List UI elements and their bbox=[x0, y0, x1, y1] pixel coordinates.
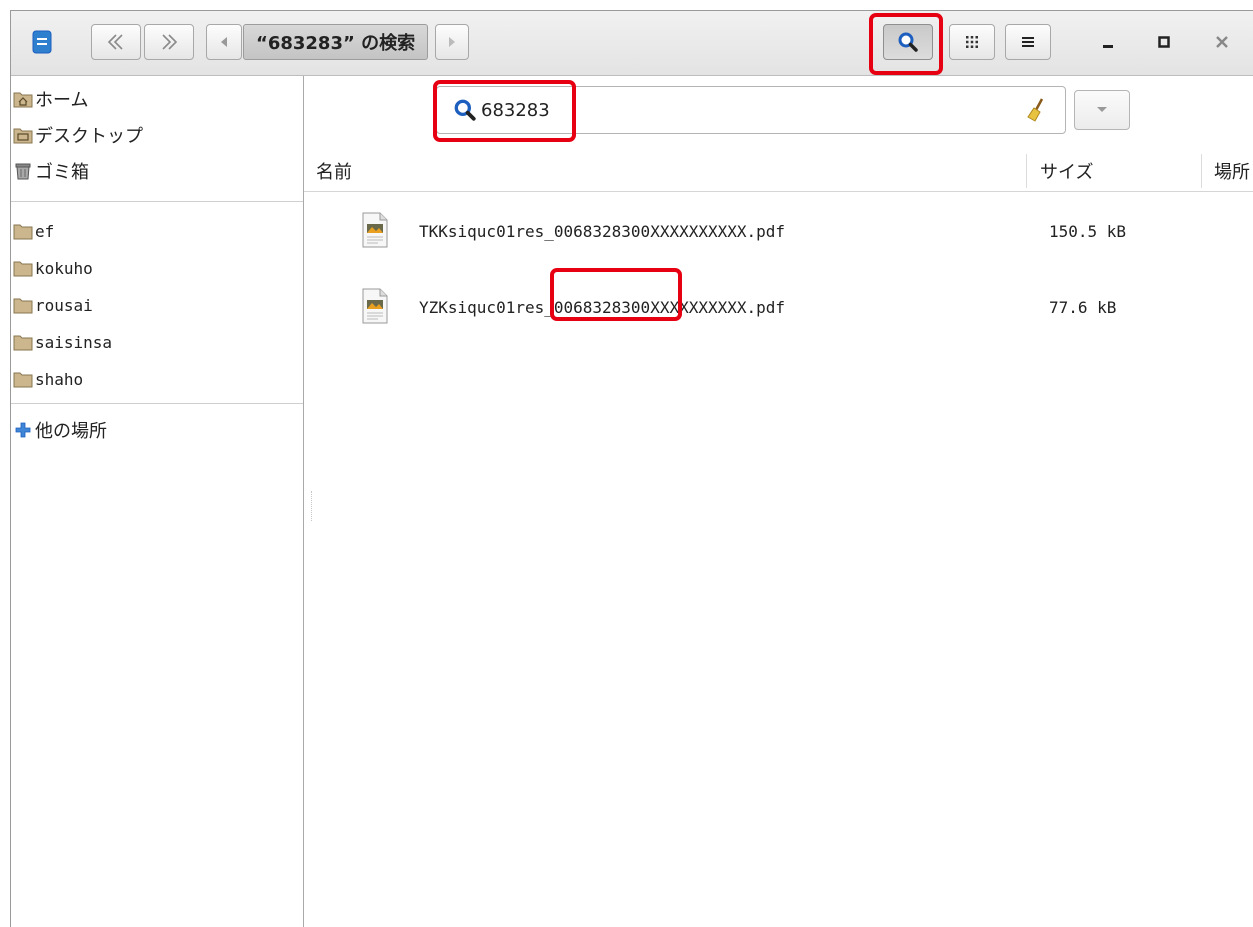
grid-view-button[interactable] bbox=[949, 24, 995, 60]
file-row[interactable]: YZKsiquc01res_0068328300XXXXXXXXXX.pdf 7… bbox=[304, 272, 1253, 342]
file-name: YZKsiquc01res_0068328300XXXXXXXXXX.pdf bbox=[419, 297, 786, 317]
sidebar-item-label: ホーム bbox=[35, 90, 89, 111]
app-menu-button[interactable] bbox=[25, 26, 59, 58]
chevron-down-icon bbox=[1097, 107, 1107, 112]
sidebar-separator bbox=[11, 403, 303, 404]
search-input[interactable] bbox=[481, 99, 1021, 121]
sidebar-item-home[interactable]: ホーム bbox=[13, 86, 88, 112]
file-name: TKKsiquc01res_0068328300XXXXXXXXXX.pdf bbox=[419, 221, 786, 241]
main-content: 名前 サイズ 場所 TKKsiquc01res_0068328300XXXXXX… bbox=[304, 76, 1253, 927]
folder-icon bbox=[13, 372, 33, 388]
forward-button[interactable] bbox=[144, 24, 194, 60]
sidebar-item-label: kokuho bbox=[35, 258, 93, 278]
back-button[interactable] bbox=[91, 24, 141, 60]
sidebar-item-label: saisinsa bbox=[35, 332, 113, 352]
file-size: 77.6 kB bbox=[1049, 297, 1117, 317]
forward-arrow-icon bbox=[162, 34, 178, 50]
close-icon bbox=[1216, 36, 1228, 48]
sidebar-item-kokuho[interactable]: kokuho bbox=[13, 255, 93, 281]
sidebar: ホーム デスクトップ ゴミ箱 ef kokuho rousai saisinsa… bbox=[11, 76, 304, 927]
folder-icon bbox=[13, 224, 33, 240]
back-arrow-icon bbox=[107, 34, 123, 50]
close-button[interactable] bbox=[1206, 27, 1238, 57]
sidebar-item-rousai[interactable]: rousai bbox=[13, 292, 93, 318]
column-header-location[interactable]: 場所 bbox=[1214, 151, 1250, 191]
search-icon bbox=[898, 32, 918, 52]
sidebar-item-label: 他の場所 bbox=[35, 421, 107, 442]
sidebar-item-other-locations[interactable]: 他の場所 bbox=[13, 417, 107, 443]
hamburger-menu-icon bbox=[1022, 37, 1034, 47]
sidebar-item-label: ゴミ箱 bbox=[35, 162, 89, 183]
sidebar-item-saisinsa[interactable]: saisinsa bbox=[13, 329, 112, 355]
folder-icon bbox=[13, 298, 33, 314]
file-row[interactable]: TKKsiquc01res_0068328300XXXXXXXXXX.pdf 1… bbox=[304, 196, 1253, 266]
sidebar-item-desktop[interactable]: デスクトップ bbox=[13, 122, 143, 148]
file-manager-window: “683283” の検索 ホーム デスクトップ ゴミ箱 ef kokuho ro… bbox=[10, 10, 1253, 927]
search-title: “683283” の検索 bbox=[256, 33, 416, 54]
home-folder-icon bbox=[13, 92, 33, 108]
file-manager-icon bbox=[32, 30, 52, 54]
caret-left-icon bbox=[221, 37, 227, 47]
column-divider bbox=[1201, 154, 1202, 188]
search-toggle-button[interactable] bbox=[883, 24, 933, 60]
minimize-icon bbox=[1103, 45, 1113, 48]
pdf-document-icon bbox=[362, 212, 388, 248]
pane-splitter-handle[interactable] bbox=[311, 491, 314, 521]
column-header-name[interactable]: 名前 bbox=[316, 151, 352, 191]
search-icon bbox=[454, 99, 476, 121]
plus-icon bbox=[15, 422, 31, 438]
column-header-label: 名前 bbox=[316, 162, 352, 183]
path-scroll-left-button[interactable] bbox=[206, 24, 242, 60]
clear-search-icon[interactable] bbox=[1025, 97, 1049, 123]
search-bar bbox=[436, 86, 1066, 134]
maximize-button[interactable] bbox=[1148, 27, 1180, 57]
folder-icon bbox=[13, 335, 33, 351]
sidebar-item-trash[interactable]: ゴミ箱 bbox=[13, 158, 89, 184]
sidebar-item-label: shaho bbox=[35, 369, 84, 389]
header-bar: “683283” の検索 bbox=[11, 11, 1253, 76]
file-size: 150.5 kB bbox=[1049, 221, 1127, 241]
column-header-label: サイズ bbox=[1040, 162, 1094, 183]
folder-icon bbox=[13, 261, 33, 277]
grid-view-icon bbox=[966, 36, 978, 48]
caret-right-icon bbox=[449, 37, 455, 47]
minimize-button[interactable] bbox=[1092, 27, 1124, 57]
search-options-dropdown[interactable] bbox=[1074, 90, 1130, 130]
maximize-icon bbox=[1158, 36, 1170, 48]
column-header-size[interactable]: サイズ bbox=[1040, 151, 1093, 191]
sidebar-item-label: ef bbox=[35, 221, 55, 241]
sidebar-item-label: rousai bbox=[35, 295, 93, 315]
column-header-border bbox=[304, 191, 1253, 192]
sidebar-separator bbox=[11, 201, 303, 202]
path-bar-search-crumb[interactable]: “683283” の検索 bbox=[243, 24, 429, 60]
view-menu-button[interactable] bbox=[1005, 24, 1051, 60]
column-divider bbox=[1026, 154, 1027, 188]
pdf-document-icon bbox=[362, 288, 388, 324]
sidebar-item-label: デスクトップ bbox=[35, 126, 143, 147]
sidebar-item-ef[interactable]: ef bbox=[13, 218, 54, 244]
desktop-folder-icon bbox=[13, 128, 33, 144]
column-header-label: 場所 bbox=[1214, 162, 1250, 183]
sidebar-item-shaho[interactable]: shaho bbox=[13, 366, 83, 392]
trash-icon bbox=[15, 163, 31, 180]
path-scroll-right-button[interactable] bbox=[435, 24, 469, 60]
